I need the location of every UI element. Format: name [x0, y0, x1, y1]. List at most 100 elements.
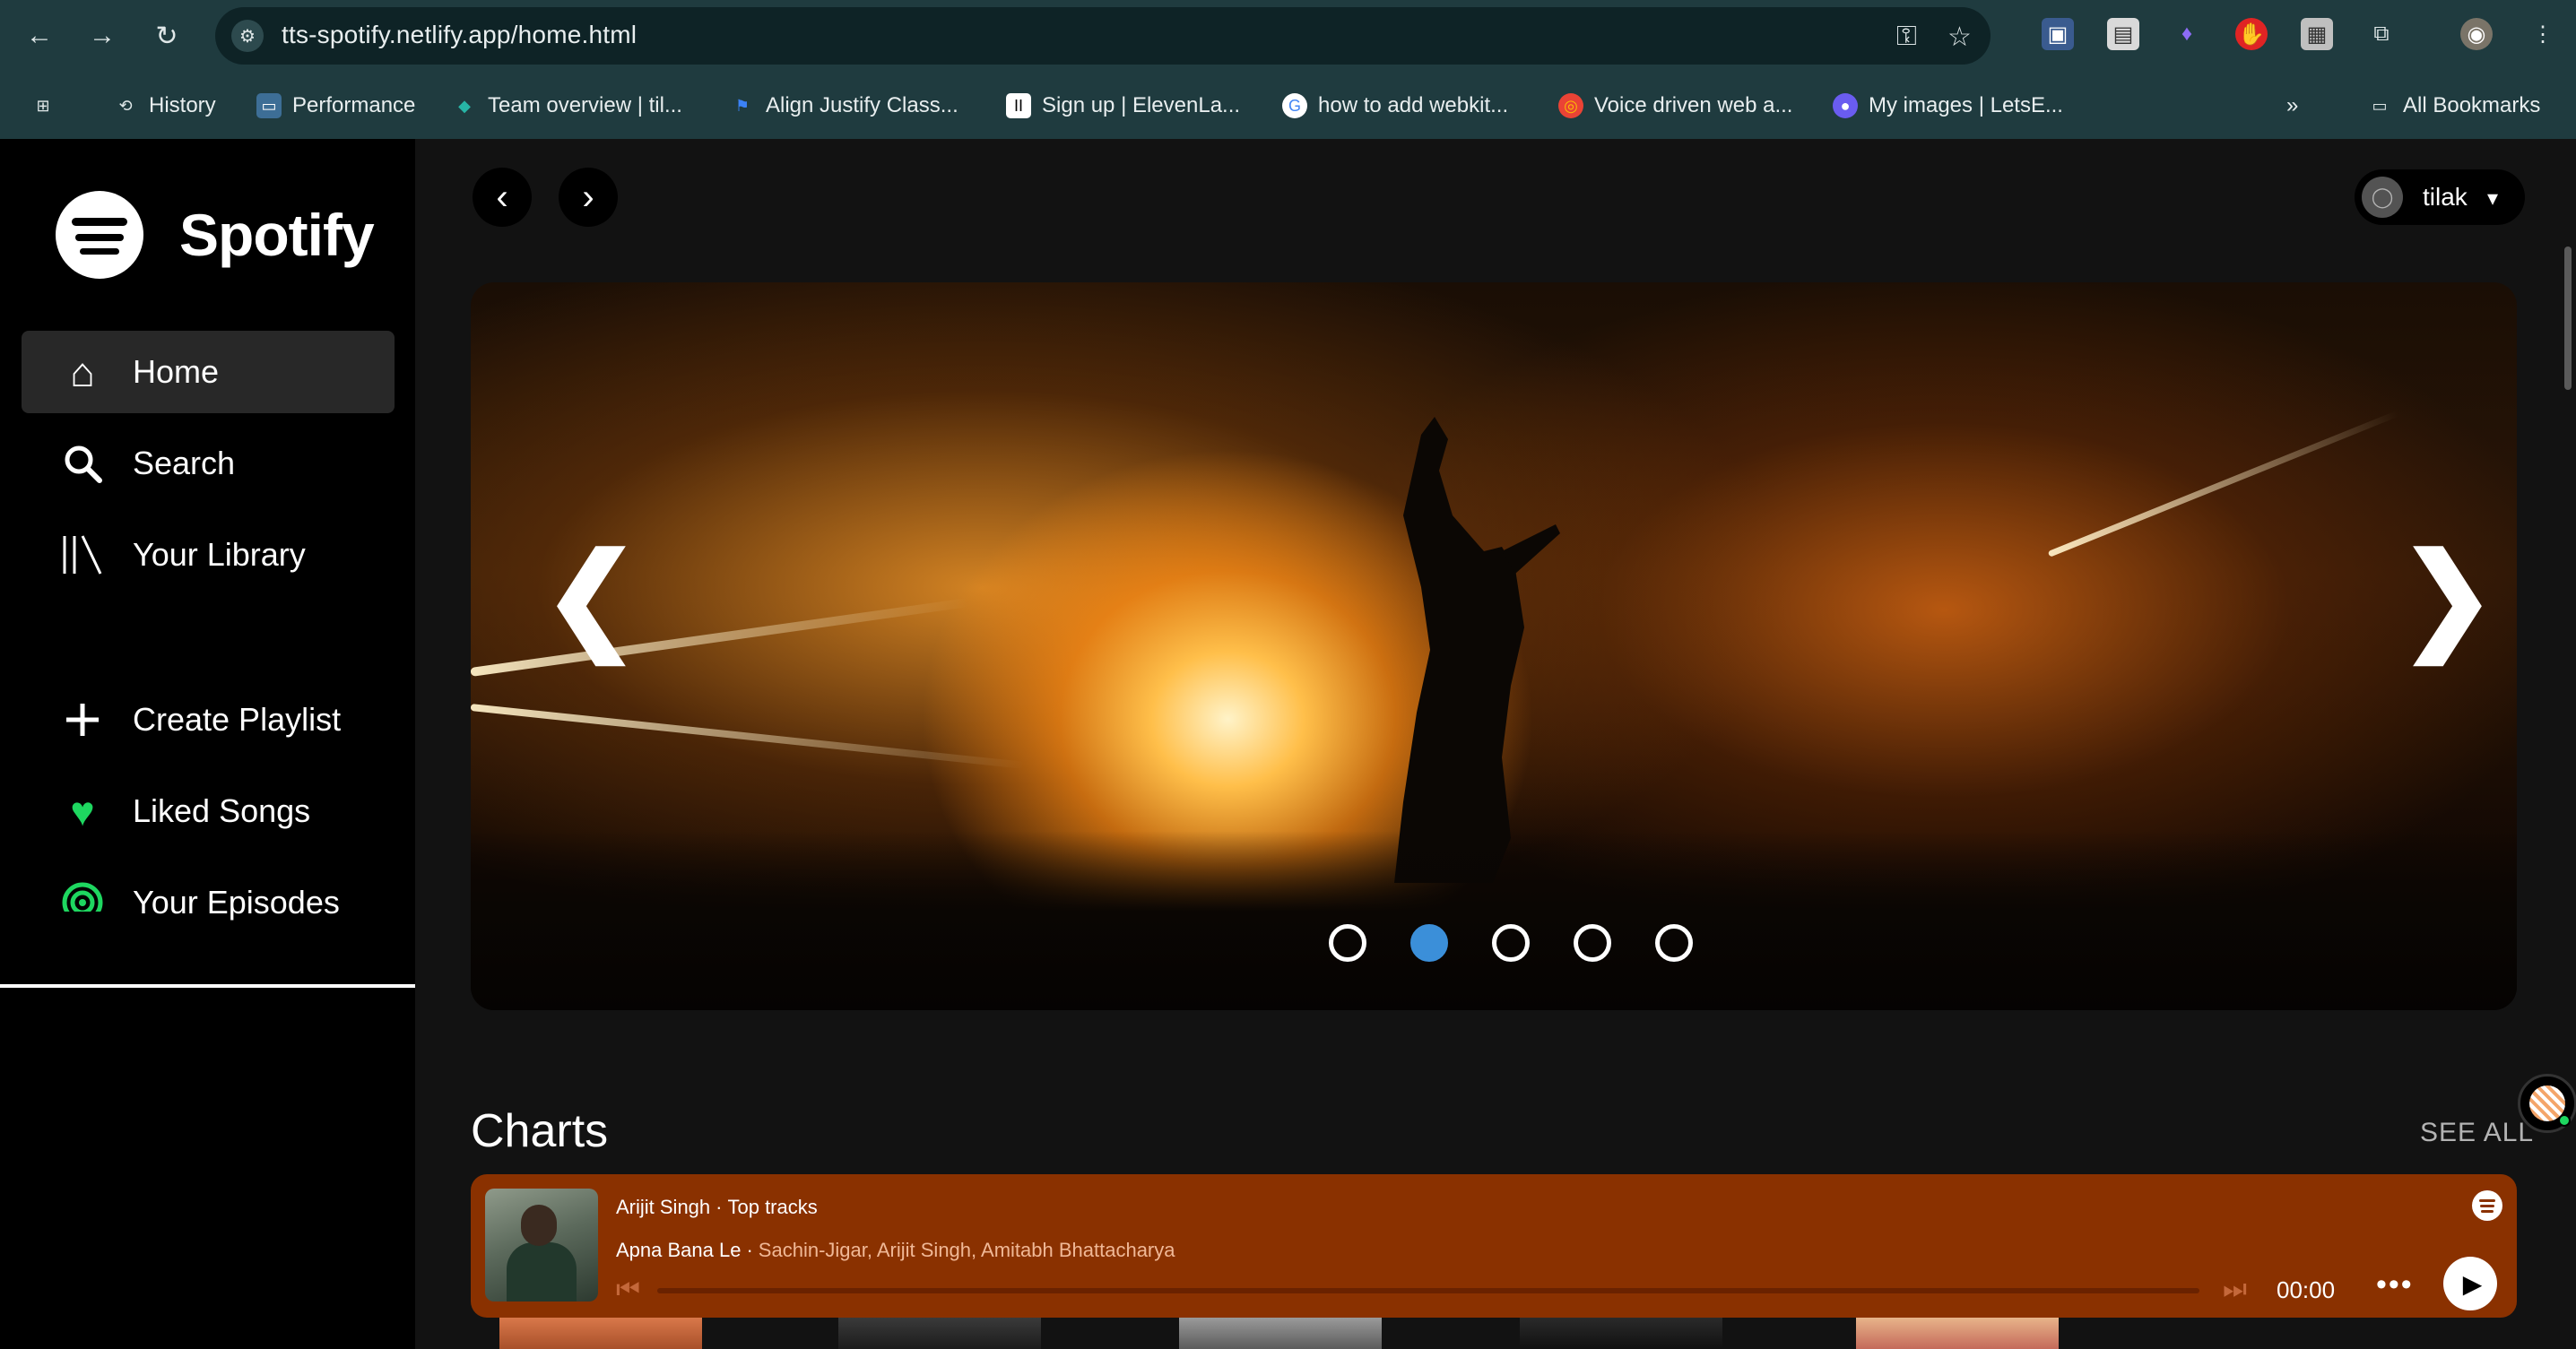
play-button[interactable]: ▶ — [2443, 1257, 2497, 1310]
sidebar-item-label: Your Episodes — [133, 884, 340, 921]
browser-menu-icon[interactable]: ⋮ — [2527, 18, 2559, 50]
sidebar-item-library[interactable]: Your Library — [22, 514, 395, 596]
diamond-icon: ◆ — [458, 96, 471, 115]
online-status-icon — [2558, 1114, 2571, 1127]
sidebar-item-home[interactable]: ⌂ Home — [22, 331, 395, 413]
browser-back-icon[interactable]: ← — [22, 18, 57, 54]
chart-thumbnail[interactable] — [1856, 1318, 2059, 1349]
folder-icon: ▭ — [2372, 96, 2388, 115]
address-bar[interactable]: ⚙ tts-spotify.netlify.app/home.html ⚿ ☆ — [215, 7, 1991, 65]
spotify-logo[interactable]: Spotify — [56, 191, 375, 279]
bookmarks-bar: ⊞ ⟲ History ▭ Performance ◆ Team overview |… — [0, 72, 2576, 139]
profile-avatar-icon[interactable]: ◉ — [2460, 18, 2493, 50]
sidebar-item-label: Liked Songs — [133, 792, 311, 829]
chart-thumbnail[interactable] — [499, 1318, 702, 1349]
collection-name[interactable]: Top tracks — [727, 1196, 817, 1218]
see-all-link[interactable]: SEE ALL — [2420, 1118, 2534, 1148]
bookmark-voice-driven[interactable]: ◎ Voice driven web a... — [1558, 90, 1792, 122]
playback-time: 00:00 — [2277, 1276, 2336, 1303]
extension-flame-icon[interactable]: ♦ — [2171, 18, 2203, 50]
extension-reader-icon[interactable]: ▤ — [2107, 18, 2139, 50]
album-art[interactable] — [485, 1189, 598, 1301]
user-avatar-icon: ◯ — [2362, 177, 2403, 218]
spotify-small-logo-icon[interactable] — [2472, 1190, 2502, 1221]
bookmark-team-overview[interactable]: ◆ Team overview | til... — [452, 90, 682, 122]
sidebar-item-search[interactable]: Search — [22, 422, 395, 505]
user-name: tilak — [2423, 183, 2468, 211]
chart-thumbnail[interactable] — [838, 1318, 1041, 1349]
sidebar-item-label: Your Library — [133, 536, 306, 573]
more-options-button[interactable]: ••• — [2376, 1267, 2414, 1302]
artist-name[interactable]: Arijit Singh — [616, 1196, 710, 1218]
apps-grid-icon[interactable]: ⊞ — [30, 90, 56, 122]
carousel-dot-active[interactable] — [1410, 924, 1448, 962]
page-scrollbar[interactable] — [2564, 246, 2572, 390]
player-song-line: Apna Bana Le · Sachin-Jigar, Arijit Singh,… — [616, 1239, 1175, 1261]
carousel-indicators — [1329, 924, 1693, 962]
sidebar-item-your-episodes[interactable]: Your Episodes — [22, 861, 395, 944]
chart-thumbnail[interactable] — [1179, 1318, 1382, 1349]
song-title[interactable]: Apna Bana Le — [616, 1239, 741, 1261]
sidebar-item-liked-songs[interactable]: ♥ Liked Songs — [22, 770, 395, 852]
browser-reload-icon[interactable]: ↻ — [149, 18, 185, 54]
carousel-prev-button[interactable]: ❮ — [542, 538, 640, 654]
chart-thumbnail[interactable] — [1520, 1318, 1722, 1349]
hero-carousel[interactable]: ❮ ❯ — [471, 282, 2517, 1010]
carousel-next-button[interactable]: ❯ — [2398, 538, 2496, 654]
spotify-logo-icon — [56, 191, 143, 279]
light-beam — [471, 704, 1025, 769]
performance-icon: ▭ — [256, 93, 282, 118]
bookmarks-overflow[interactable]: » — [2286, 90, 2298, 122]
player-artist-line: Arijit Singh · Top tracks — [616, 1196, 818, 1218]
bookmark-history[interactable]: ⟲ History — [113, 90, 215, 122]
extension-stop-icon[interactable]: ✋ — [2235, 18, 2268, 50]
song-credits: Sachin-Jigar, Arijit Singh, Amitabh Bhat… — [758, 1239, 1175, 1261]
carousel-dot[interactable] — [1329, 924, 1366, 962]
bookmark-performance[interactable]: ▭ Performance — [256, 90, 415, 122]
extensions-puzzle-icon[interactable]: ⧉ — [2365, 18, 2398, 50]
url-text[interactable]: tts-spotify.netlify.app/home.html — [282, 21, 637, 49]
chrome-icon: ◎ — [1558, 93, 1583, 118]
progress-bar[interactable] — [657, 1288, 2199, 1293]
main-content: ‹ › ◯ tilak ▾ ❮ ❯ Charts SEE ALL Arijit … — [415, 139, 2576, 1349]
play-icon: ▶ — [2462, 1269, 2483, 1298]
site-settings-icon[interactable]: ⚙ — [231, 20, 264, 52]
charts-row — [471, 1318, 2517, 1349]
carousel-dot[interactable] — [1655, 924, 1693, 962]
all-bookmarks[interactable]: ▭ All Bookmarks — [2367, 90, 2540, 122]
crowd-silhouette — [471, 831, 2517, 1010]
bookmark-align-justify[interactable]: ⚑ Align Justify Class... — [730, 90, 958, 122]
search-icon — [59, 440, 106, 487]
forward-button[interactable]: › — [559, 168, 618, 227]
previous-track-icon[interactable]: ⏮ — [616, 1275, 640, 1305]
bookmark-my-images[interactable]: ● My images | LetsE... — [1833, 90, 2063, 122]
chevron-right-icon: › — [582, 177, 594, 217]
next-track-icon[interactable]: ⏭ — [2223, 1275, 2247, 1305]
light-beam — [2047, 410, 2399, 558]
caret-down-icon: ▾ — [2487, 186, 2499, 211]
heart-icon: ♥ — [70, 788, 95, 834]
back-button[interactable]: ‹ — [473, 168, 532, 227]
sidebar-item-create-playlist[interactable]: Create Playlist — [22, 679, 395, 761]
elevenlabs-icon: II — [1006, 93, 1031, 118]
podcast-icon — [59, 879, 106, 926]
bookmark-elevenlabs[interactable]: II Sign up | ElevenLa... — [1006, 90, 1240, 122]
user-menu-button[interactable]: ◯ tilak ▾ — [2355, 169, 2525, 225]
extension-notes-icon[interactable]: ▦ — [2301, 18, 2333, 50]
password-key-icon[interactable]: ⚿ — [1896, 22, 1917, 52]
chevron-left-icon: ‹ — [496, 177, 508, 217]
performer-silhouette — [1394, 417, 1560, 883]
bookmark-webkit[interactable]: Ghow to add webkit... — [1282, 90, 1508, 122]
browser-forward-icon[interactable]: → — [84, 18, 120, 54]
sidebar-item-label: Home — [133, 353, 220, 390]
floating-extension-badge[interactable] — [2518, 1074, 2576, 1133]
extension-screenshot-icon[interactable]: ▣ — [2042, 18, 2074, 50]
spotify-embed-player: Arijit Singh · Top tracks Apna Bana Le · Sac… — [471, 1174, 2517, 1318]
bookmark-star-icon[interactable]: ☆ — [1947, 22, 1972, 53]
carousel-dot[interactable] — [1492, 924, 1530, 962]
history-icon: ⟲ — [118, 96, 133, 115]
home-icon: ⌂ — [70, 349, 95, 395]
sidebar-divider — [0, 984, 415, 988]
sidebar-item-label: Search — [133, 445, 236, 481]
carousel-dot[interactable] — [1574, 924, 1611, 962]
